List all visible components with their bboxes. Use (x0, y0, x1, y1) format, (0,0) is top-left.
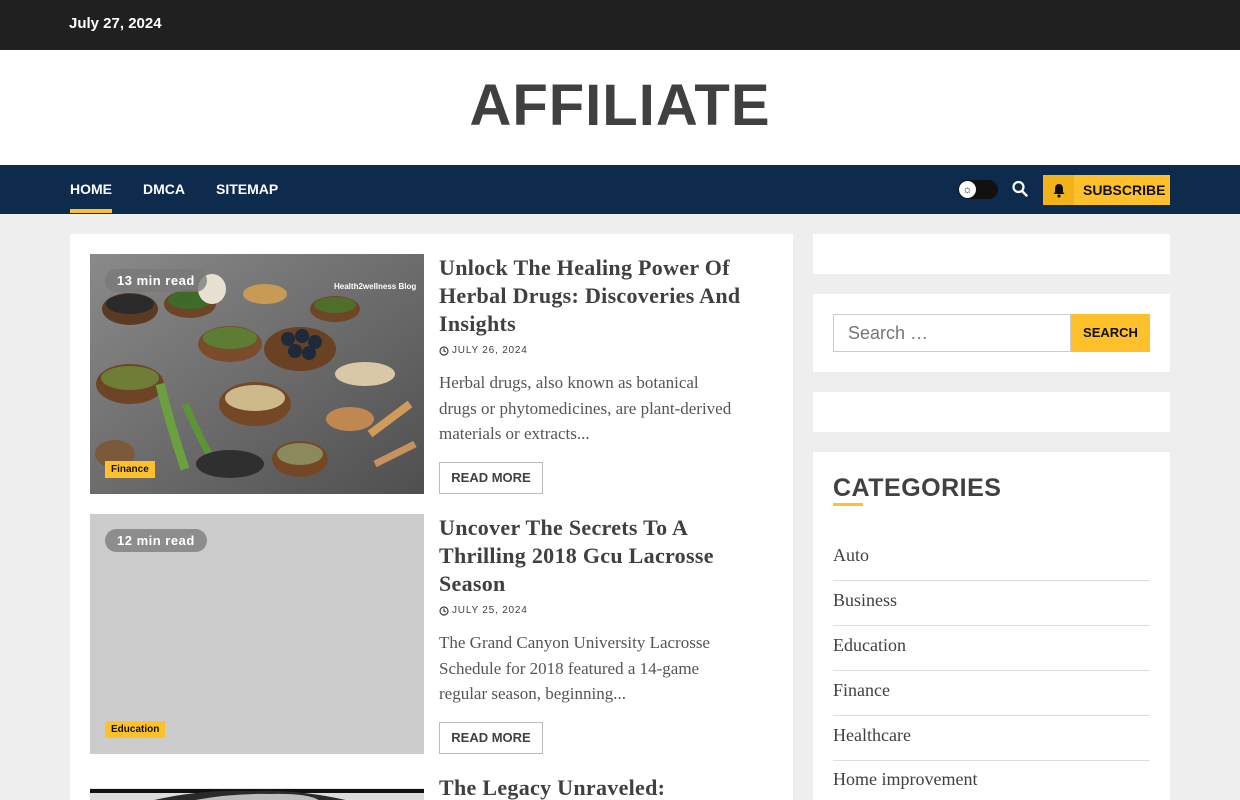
nav-home[interactable]: HOME (70, 181, 112, 213)
subscribe-button[interactable]: SUBSCRIBE (1043, 175, 1170, 205)
dark-mode-toggle[interactable]: ☼ (958, 180, 998, 199)
category-badge[interactable]: Education (105, 721, 166, 738)
read-time-badge: 13 min read (105, 269, 207, 292)
category-link-auto[interactable]: Auto (833, 536, 1150, 581)
categories-heading: CATEGORIES (833, 474, 1002, 502)
post-date-text: JULY 26, 2024 (452, 345, 528, 356)
heading-underline (833, 503, 863, 506)
nav-dmca[interactable]: DMCA (143, 181, 185, 197)
post-list: Health2wellness Blog 13 min read Finance… (70, 234, 793, 800)
current-date: July 27, 2024 (69, 15, 162, 32)
subscribe-label: SUBSCRIBE (1083, 182, 1166, 198)
post-date: JULY 26, 2024 (439, 345, 528, 356)
post-title[interactable]: The Legacy Unraveled: (439, 774, 774, 800)
category-badge[interactable]: Finance (105, 461, 155, 478)
sidebar-empty-widget (813, 234, 1170, 274)
post-card: Health2wellness Blog 13 min read Finance… (90, 254, 774, 494)
masthead: AFFILIATE (0, 50, 1240, 165)
post-date-text: JULY 25, 2024 (452, 605, 528, 616)
portrait-image (90, 789, 424, 800)
read-time-badge: 12 min read (105, 529, 207, 552)
clock-icon (439, 345, 449, 356)
post-thumbnail[interactable] (90, 788, 424, 800)
read-more-button[interactable]: READ MORE (439, 722, 543, 754)
post-excerpt: Herbal drugs, also known as botanical dr… (439, 373, 732, 443)
bell-icon (1043, 175, 1074, 205)
search-widget: SEARCH (813, 294, 1170, 372)
sun-icon: ☼ (959, 181, 976, 198)
post-date: JULY 25, 2024 (439, 605, 528, 616)
category-link-home-improvement[interactable]: Home improvement (833, 760, 1150, 800)
image-watermark: Health2wellness Blog (334, 282, 416, 291)
category-link-healthcare[interactable]: Healthcare (833, 716, 1150, 761)
search-input[interactable] (833, 314, 1071, 352)
site-title[interactable]: AFFILIATE (0, 72, 1240, 139)
sidebar-empty-widget (813, 392, 1170, 432)
top-bar: July 27, 2024 (0, 0, 1240, 50)
clock-icon (439, 605, 449, 616)
categories-widget: CATEGORIES Auto Business Education Finan… (813, 452, 1170, 800)
read-more-button[interactable]: READ MORE (439, 462, 543, 494)
category-link-education[interactable]: Education (833, 626, 1150, 671)
post-thumbnail[interactable]: 12 min read Education (90, 514, 424, 754)
category-link-business[interactable]: Business (833, 581, 1150, 626)
post-card: The Legacy Unraveled: (90, 774, 774, 800)
post-title[interactable]: Uncover The Secrets To A Thrilling 2018 … (439, 514, 774, 598)
post-title[interactable]: Unlock The Healing Power Of Herbal Drugs… (439, 254, 774, 338)
post-excerpt: The Grand Canyon University Lacrosse Sch… (439, 633, 710, 703)
nav-sitemap[interactable]: SITEMAP (216, 181, 278, 197)
search-icon[interactable] (1012, 180, 1028, 198)
post-card: 12 min read Education Uncover The Secret… (90, 514, 774, 754)
category-link-finance[interactable]: Finance (833, 671, 1150, 716)
search-button[interactable]: SEARCH (1071, 314, 1150, 352)
post-thumbnail[interactable]: Health2wellness Blog 13 min read Finance (90, 254, 424, 494)
